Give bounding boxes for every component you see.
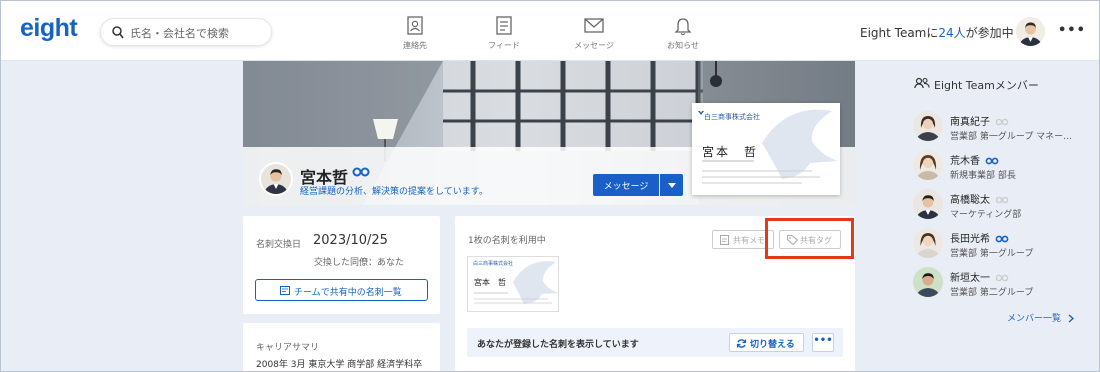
member-dept: 新規事業部 部長 [950,171,1016,181]
exchange-date-label: 名刺交換日 [256,240,302,250]
member-dept: マーケティング部 [950,210,1022,220]
member-list-link[interactable]: メンバー一覧 [1007,311,1074,324]
nav-messages-label: メッセージ [574,41,614,50]
member-dept: 営業部 第一グループ マネー… [950,132,1073,142]
exchange-date: 2023/10/25 [313,233,388,248]
caret-down-icon [668,183,676,188]
search-box[interactable] [100,18,272,46]
nav-feed[interactable]: フィード [469,16,539,51]
badge-inactive-icon [995,196,1009,204]
mail-icon [584,18,604,33]
message-button[interactable]: メッセージ [593,174,659,196]
thumbnail-company-name: 白三商事株式会社 [473,261,514,267]
nav-feed-label: フィード [488,41,520,50]
contacts-icon [407,16,423,35]
nav-contacts-label: 連絡先 [403,41,427,50]
team-status-prefix: Eight Teamに [860,26,939,40]
search-input[interactable] [130,24,266,42]
thumbnail-person-name: 宮本 哲 [474,278,506,287]
premium-badge-icon [352,167,370,177]
switch-card-button[interactable]: 切り替える [729,333,804,352]
career-summary-text: 2008年 3月 東京大学 商学部 経済学科卒 [256,360,423,370]
member-avatar[interactable] [913,189,943,219]
member-name[interactable]: 長田光希 [950,230,1009,245]
profile-tagline: 経営課題の分析、解決策の提案をしています。 [300,187,488,197]
share-tag-highlight-box [765,218,854,259]
nav-messages[interactable]: メッセージ [559,16,629,51]
business-card-thumbnail[interactable]: 白三商事株式会社 宮本 哲 [467,256,559,312]
member-name[interactable]: 高橋聡太 [950,191,1009,206]
bell-icon [674,18,692,36]
team-status[interactable]: Eight Teamに24人が参加中 [860,24,1014,41]
member-name-text: 長田光希 [950,234,990,245]
member-name-text: 高橋聡太 [950,195,990,206]
member-name[interactable]: 南真紀子 [950,113,1009,128]
member-avatar[interactable] [913,150,943,180]
member-avatar[interactable] [913,111,943,141]
nav-notifications[interactable]: お知らせ [648,16,718,51]
badge-inactive-icon [995,274,1009,282]
member-name-text: 荒木香 [950,156,980,167]
card-list-icon [280,286,290,295]
user-avatar[interactable] [1016,17,1045,46]
nav-notifications-label: お知らせ [667,41,699,50]
nav-contacts[interactable]: 連絡先 [380,16,450,51]
member-name-text: 南真紀子 [950,117,990,128]
career-summary-title: キャリアサマリ [256,343,320,353]
profile-avatar [259,162,293,196]
cards-in-use-count: 1枚の名刺を利用中 [468,236,546,246]
feed-icon [496,16,512,35]
team-member-count: 24人 [938,26,966,40]
team-shared-cards-label: チームで共有中の名刺一覧 [294,288,402,298]
refresh-icon [736,339,747,348]
message-dropdown-button[interactable] [660,174,683,196]
team-members-icon [914,77,930,89]
card-more-button[interactable]: ••• [812,333,834,352]
top-navigation-bar: eight 連絡先 フィード メッセージ [0,0,1100,61]
chevron-right-icon [1068,314,1074,323]
business-card-large[interactable]: 白三商事株式会社 宮本 哲 [692,103,840,195]
exchanged-by: 交換した同僚：あなた [314,258,405,268]
member-avatar[interactable] [913,228,943,258]
more-menu-button[interactable]: ••• [1058,23,1086,38]
team-shared-cards-button[interactable]: チームで共有中の名刺一覧 [255,279,428,301]
badge-inactive-icon [995,118,1009,126]
registered-card-text: あなたが登録した名刺を表示しています [477,340,639,350]
member-list-link-label: メンバー一覧 [1007,314,1062,324]
member-dept: 営業部 第二グループ [950,288,1034,298]
card-company-name: 白三商事株式会社 [704,113,760,121]
team-status-suffix: が参加中 [965,26,1014,40]
switch-card-label: 切り替える [750,340,795,350]
member-name[interactable]: 新垣太一 [950,269,1009,284]
eight-logo[interactable]: eight [20,14,78,43]
team-members-title: Eight Teamメンバー [934,79,1039,92]
premium-badge-icon [995,235,1009,243]
member-name[interactable]: 荒木香 [950,152,999,167]
search-icon [112,26,124,39]
share-memo-label: 共有メモ [733,236,765,245]
premium-badge-icon [985,157,999,165]
card-person-name: 宮本 哲 [702,145,759,159]
member-avatar[interactable] [913,267,943,297]
memo-icon [720,235,729,245]
member-dept: 営業部 第一グループ [950,249,1034,259]
member-name-text: 新垣太一 [950,273,990,284]
